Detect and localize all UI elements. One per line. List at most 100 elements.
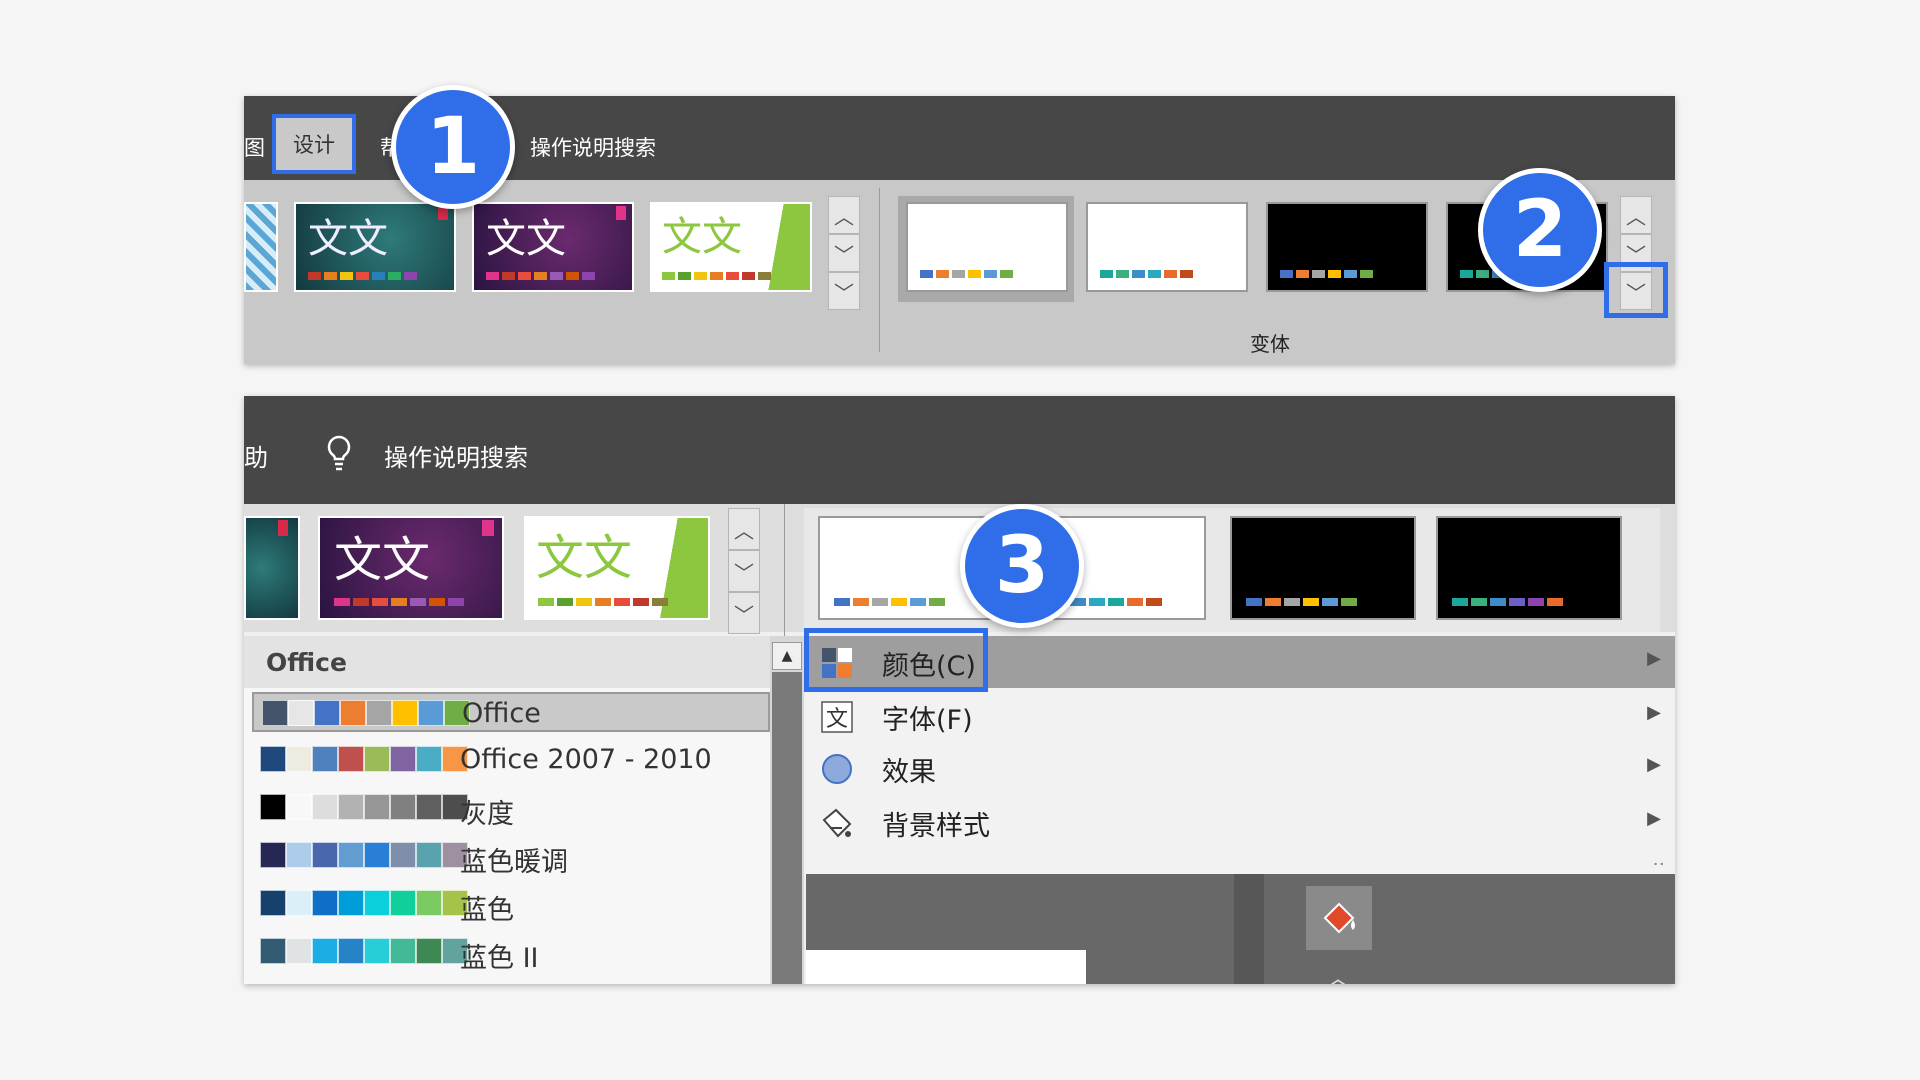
variant-thumbnail-black-1[interactable] (1230, 516, 1416, 620)
tell-me-search[interactable]: 操作说明搜索 (384, 438, 528, 473)
palette-swatch (416, 938, 442, 964)
slide-workspace-area: ︿ (806, 874, 1675, 984)
resize-grip-icon[interactable]: ⠠⠄ (1648, 854, 1669, 870)
variants-group-label: 变体 (1250, 332, 1290, 356)
palette-swatch (286, 746, 312, 772)
theme-thumbnail-green[interactable]: 文文 (524, 516, 710, 620)
theme-thumbnail-partial[interactable] (244, 202, 278, 292)
palette-swatch (286, 890, 312, 916)
menu-item-fonts[interactable]: 文 字体(F) ▶ (806, 690, 1675, 742)
themes-scroll-up-button[interactable]: ︿ (728, 508, 760, 550)
palette-swatch (418, 700, 444, 726)
svg-text:文: 文 (826, 707, 848, 732)
submenu-arrow-icon: ▶ (1647, 808, 1661, 829)
palette-swatch (312, 842, 338, 868)
effects-icon (820, 752, 854, 786)
paint-bucket-icon (1323, 902, 1355, 934)
step-badge-2: 2 (1478, 168, 1602, 292)
theme-swatch-row (308, 272, 417, 280)
theme-swatch-row (486, 272, 595, 280)
palette-swatch (260, 890, 286, 916)
palette-scrollbar[interactable]: ▲ (770, 636, 804, 984)
palette-group-header: Office (244, 636, 770, 688)
themes-scroll-down-button[interactable]: ﹀ (828, 234, 860, 272)
palette-swatch (312, 938, 338, 964)
palette-swatch (416, 794, 442, 820)
theme-thumbnail-teal[interactable]: 文文 (294, 202, 456, 292)
variant-thumbnail-white-1[interactable] (906, 202, 1068, 292)
palette-swatch (392, 700, 418, 726)
palette-swatch (340, 700, 366, 726)
color-palette-list: Office Office Office 2007 - 2010 灰度 蓝色暖调… (244, 636, 804, 984)
step-badge-1: 1 (391, 85, 515, 209)
palette-swatch (338, 938, 364, 964)
palette-swatch (390, 890, 416, 916)
palette-swatch (416, 890, 442, 916)
palette-option[interactable]: 蓝色 II (252, 932, 770, 974)
palette-swatch (288, 700, 314, 726)
palette-option[interactable]: Office 2007 - 2010 (252, 740, 770, 780)
submenu-arrow-icon: ▶ (1647, 702, 1661, 723)
palette-swatch (338, 746, 364, 772)
palette-swatch (312, 746, 338, 772)
collapse-arrow-icon[interactable]: ︿ (1326, 958, 1350, 984)
palette-swatch (338, 842, 364, 868)
palette-option[interactable]: 蓝色暖调 (252, 836, 770, 878)
palette-swatch (312, 794, 338, 820)
group-separator (879, 188, 880, 352)
variants-scroll-up-button[interactable]: ︿ (1620, 196, 1652, 234)
palette-swatch (286, 842, 312, 868)
theme-thumbnail-green[interactable]: 文文 (650, 202, 812, 292)
palette-swatch (364, 746, 390, 772)
palette-swatch (390, 938, 416, 964)
palette-swatch (260, 746, 286, 772)
themes-more-button[interactable]: ﹀ (728, 592, 760, 634)
theme-thumbnail-purple[interactable]: 文文 (472, 202, 634, 292)
palette-swatch (262, 700, 288, 726)
scrollbar-thumb[interactable] (772, 672, 802, 984)
palette-option[interactable]: Office (252, 692, 770, 732)
variant-thumbnail-black-2[interactable] (1436, 516, 1622, 620)
background-style-icon (820, 806, 854, 840)
tell-me-search[interactable]: 操作说明搜索 (530, 132, 656, 162)
palette-swatch (260, 842, 286, 868)
palette-swatch (416, 746, 442, 772)
palette-swatch (390, 842, 416, 868)
theme-thumbnail-teal-partial[interactable] (244, 516, 300, 620)
font-icon: 文 (820, 700, 854, 734)
variant-thumbnail-black-1[interactable] (1266, 202, 1428, 292)
scroll-up-arrow-icon[interactable]: ▲ (772, 642, 802, 670)
variant-thumbnail-white-2[interactable] (1086, 202, 1248, 292)
themes-scroll-up-button[interactable]: ︿ (828, 196, 860, 234)
pane-divider (1234, 874, 1264, 984)
tab-help-fragment[interactable]: 助 (244, 438, 268, 473)
theme-swatch-row (662, 272, 771, 280)
colors-menu-highlight (804, 628, 988, 692)
themes-more-button[interactable]: ﹀ (828, 272, 860, 310)
themes-scroll-down-button[interactable]: ﹀ (728, 550, 760, 592)
palette-option[interactable]: 蓝色 (252, 884, 770, 926)
palette-swatch (260, 794, 286, 820)
lightbulb-icon (324, 434, 354, 472)
menu-item-effects[interactable]: 效果 ▶ (806, 742, 1675, 794)
palette-swatch (364, 890, 390, 916)
palette-swatch (366, 700, 392, 726)
palette-swatch (390, 794, 416, 820)
palette-swatch (364, 842, 390, 868)
menu-item-background-styles[interactable]: 背景样式 ▶ (806, 796, 1675, 848)
tab-fragment-left[interactable]: 图 (244, 132, 265, 162)
palette-swatch (390, 746, 416, 772)
slide-edge (806, 950, 1086, 984)
palette-swatch (338, 890, 364, 916)
tab-design[interactable]: 设计 (272, 114, 356, 174)
theme-thumbnail-purple[interactable]: 文文 (318, 516, 504, 620)
palette-swatch (312, 890, 338, 916)
format-background-button[interactable] (1306, 886, 1372, 950)
palette-swatch (338, 794, 364, 820)
palette-swatch (286, 794, 312, 820)
palette-swatch (314, 700, 340, 726)
submenu-arrow-icon: ▶ (1647, 648, 1661, 669)
group-separator (784, 504, 785, 636)
step-badge-3: 3 (960, 504, 1084, 628)
palette-option[interactable]: 灰度 (252, 788, 770, 830)
